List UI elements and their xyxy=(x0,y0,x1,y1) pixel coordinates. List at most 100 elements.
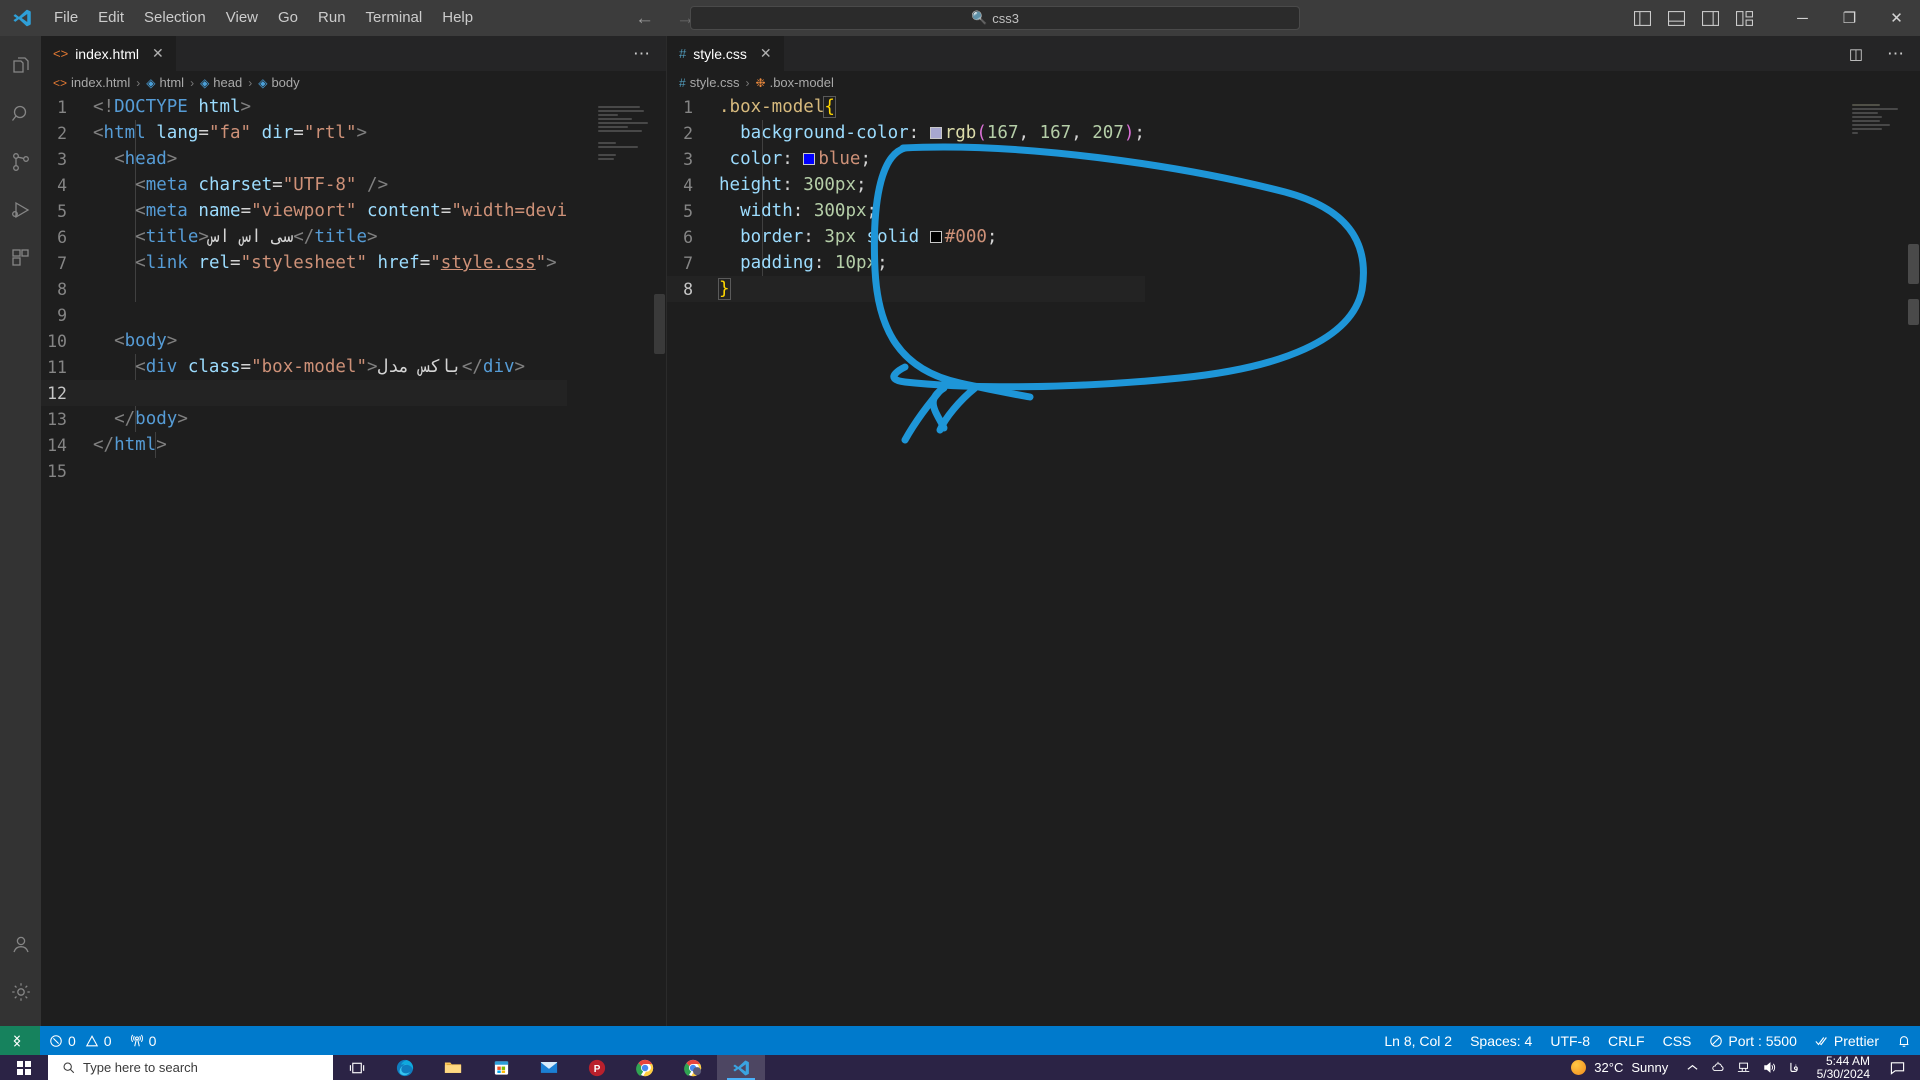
weather-widget[interactable]: 32°C Sunny xyxy=(1561,1060,1678,1075)
network-icon[interactable] xyxy=(1737,1061,1751,1074)
scrollbar-thumb[interactable] xyxy=(1908,299,1919,325)
scrollbar-vertical-left[interactable] xyxy=(652,94,666,1026)
editor-actions-more[interactable]: ⋯ xyxy=(617,36,666,71)
code-line-current[interactable]: 8} xyxy=(667,276,1145,302)
color-swatch-border[interactable] xyxy=(929,231,942,243)
close-button[interactable]: ✕ xyxy=(1873,0,1920,36)
manage-settings-button[interactable] xyxy=(0,968,41,1016)
close-icon[interactable]: ✕ xyxy=(760,45,772,62)
code-line[interactable]: 4 height: 300px; xyxy=(667,172,1145,198)
code-line[interactable]: 8 xyxy=(41,276,567,302)
menu-run[interactable]: Run xyxy=(308,0,356,36)
toggle-panel-icon[interactable] xyxy=(1668,10,1685,26)
minimize-button[interactable]: ─ xyxy=(1779,0,1826,36)
minimap-left[interactable] xyxy=(598,106,650,1026)
minimap-right[interactable] xyxy=(1852,104,1904,1026)
code-line[interactable]: 6 <title>سی اس اس</title> xyxy=(41,224,567,250)
code-line[interactable]: 7 <link rel="stylesheet" href="style.css… xyxy=(41,250,567,276)
input-language-indicator[interactable]: فا xyxy=(1789,1061,1798,1075)
language-mode[interactable]: CSS xyxy=(1654,1026,1701,1055)
breadcrumb-item-html[interactable]: ◈ html xyxy=(146,75,184,90)
sidebar-item-extensions[interactable] xyxy=(0,234,41,282)
breadcrumb-item-file[interactable]: <> index.html xyxy=(53,75,130,90)
microsoft-edge-button[interactable] xyxy=(381,1055,429,1080)
pycharm-button[interactable]: P xyxy=(573,1055,621,1080)
cursor-position[interactable]: Ln 8, Col 2 xyxy=(1375,1026,1461,1055)
problems-button[interactable]: 0 0 xyxy=(40,1026,121,1055)
code-line[interactable]: 14 </html> xyxy=(41,432,567,458)
code-line[interactable]: 1 .box-model{ xyxy=(667,94,1145,120)
encoding-setting[interactable]: UTF-8 xyxy=(1541,1026,1599,1055)
menu-help[interactable]: Help xyxy=(432,0,483,36)
code-line[interactable]: 7 padding: 10px; xyxy=(667,250,1145,276)
scrollbar-thumb[interactable] xyxy=(1908,244,1919,284)
maximize-restore-button[interactable]: ❐ xyxy=(1826,0,1873,36)
taskbar-search-input[interactable]: Type here to search xyxy=(48,1055,333,1080)
live-server-port[interactable]: Port : 5500 xyxy=(1700,1026,1806,1055)
code-line[interactable]: 6 border: 3px solid #000; xyxy=(667,224,1145,250)
file-explorer-button[interactable] xyxy=(429,1055,477,1080)
menu-terminal[interactable]: Terminal xyxy=(356,0,433,36)
accounts-button[interactable] xyxy=(0,920,41,968)
volume-icon[interactable] xyxy=(1763,1061,1777,1074)
chevron-up-icon[interactable] xyxy=(1686,1061,1699,1074)
ports-button[interactable]: 0 xyxy=(121,1026,166,1055)
eol-setting[interactable]: CRLF xyxy=(1599,1026,1654,1055)
editor-actions-more[interactable]: ⋯ xyxy=(1871,36,1920,71)
breadcrumb-item-rule[interactable]: ❉ .box-model xyxy=(756,75,834,90)
sidebar-item-explorer[interactable] xyxy=(0,42,41,90)
clock-widget[interactable]: 5:44 AM 5/30/2024 xyxy=(1807,1055,1880,1080)
vscode-taskbar-button[interactable] xyxy=(717,1055,765,1080)
microsoft-store-button[interactable] xyxy=(477,1055,525,1080)
code-line[interactable]: 15 xyxy=(41,458,567,484)
breadcrumb-item-head[interactable]: ◈ head xyxy=(200,75,242,90)
menu-go[interactable]: Go xyxy=(268,0,308,36)
code-line[interactable]: 4 <meta charset="UTF-8" /> xyxy=(41,172,567,198)
menu-edit[interactable]: Edit xyxy=(88,0,134,36)
code-line[interactable]: 3 color: blue; xyxy=(667,146,1145,172)
command-center-search[interactable]: 🔍 css3 xyxy=(690,6,1300,30)
scrollbar-thumb[interactable] xyxy=(654,294,665,354)
sidebar-item-search[interactable] xyxy=(0,90,41,138)
code-line[interactable]: 2 background-color: rgb(167, 167, 207); xyxy=(667,120,1145,146)
code-line[interactable]: 9 xyxy=(41,302,567,328)
task-view-button[interactable] xyxy=(333,1055,381,1080)
close-icon[interactable]: ✕ xyxy=(152,45,164,62)
code-editor-css[interactable]: 1 .box-model{ 2 background-color: rgb(167… xyxy=(667,94,1920,1026)
menu-view[interactable]: View xyxy=(216,0,268,36)
sidebar-item-run-and-debug[interactable] xyxy=(0,186,41,234)
customize-layout-icon[interactable] xyxy=(1736,10,1753,26)
code-line[interactable]: 10 <body> xyxy=(41,328,567,354)
onedrive-icon[interactable] xyxy=(1711,1061,1725,1074)
go-back-icon[interactable]: ← xyxy=(635,9,654,28)
google-chrome-button[interactable] xyxy=(621,1055,669,1080)
notification-center-button[interactable] xyxy=(1880,1061,1914,1075)
code-line[interactable]: 2 <html lang="fa" dir="rtl"> xyxy=(41,120,567,146)
tab-style-css[interactable]: # style.css ✕ xyxy=(667,36,784,71)
code-line[interactable]: 5 <meta name="viewport" content="width=d… xyxy=(41,198,567,224)
chrome-canary-button[interactable] xyxy=(669,1055,717,1080)
code-line-current[interactable]: 12 xyxy=(41,380,568,406)
code-line[interactable]: 11 <div class="box-model">باکس مدل</div> xyxy=(41,354,567,380)
code-line[interactable]: 13 </body> xyxy=(41,406,567,432)
breadcrumb-item-body[interactable]: ◈ body xyxy=(258,75,299,90)
code-editor-html[interactable]: 1 <!DOCTYPE html> 2 <html lang="fa" dir="r… xyxy=(41,94,666,1026)
code-line[interactable]: 3 <head> xyxy=(41,146,567,172)
toggle-secondary-sidebar-icon[interactable] xyxy=(1702,10,1719,26)
menu-file[interactable]: File xyxy=(44,0,88,36)
menu-selection[interactable]: Selection xyxy=(134,0,216,36)
sidebar-item-source-control[interactable] xyxy=(0,138,41,186)
indentation-setting[interactable]: Spaces: 4 xyxy=(1461,1026,1541,1055)
scrollbar-vertical-right[interactable] xyxy=(1906,94,1920,1026)
toggle-primary-sidebar-icon[interactable] xyxy=(1634,10,1651,26)
start-button[interactable] xyxy=(0,1055,48,1080)
tab-index-html[interactable]: <> index.html ✕ xyxy=(41,36,176,71)
mail-button[interactable] xyxy=(525,1055,573,1080)
prettier-status[interactable]: Prettier xyxy=(1806,1026,1888,1055)
color-swatch-text[interactable] xyxy=(803,153,816,165)
color-swatch-background[interactable] xyxy=(929,127,942,139)
remote-window-button[interactable] xyxy=(0,1026,40,1055)
notifications-button[interactable] xyxy=(1888,1026,1920,1055)
code-line[interactable]: 5 width: 300px; xyxy=(667,198,1145,224)
code-line[interactable]: 1 <!DOCTYPE html> xyxy=(41,94,567,120)
